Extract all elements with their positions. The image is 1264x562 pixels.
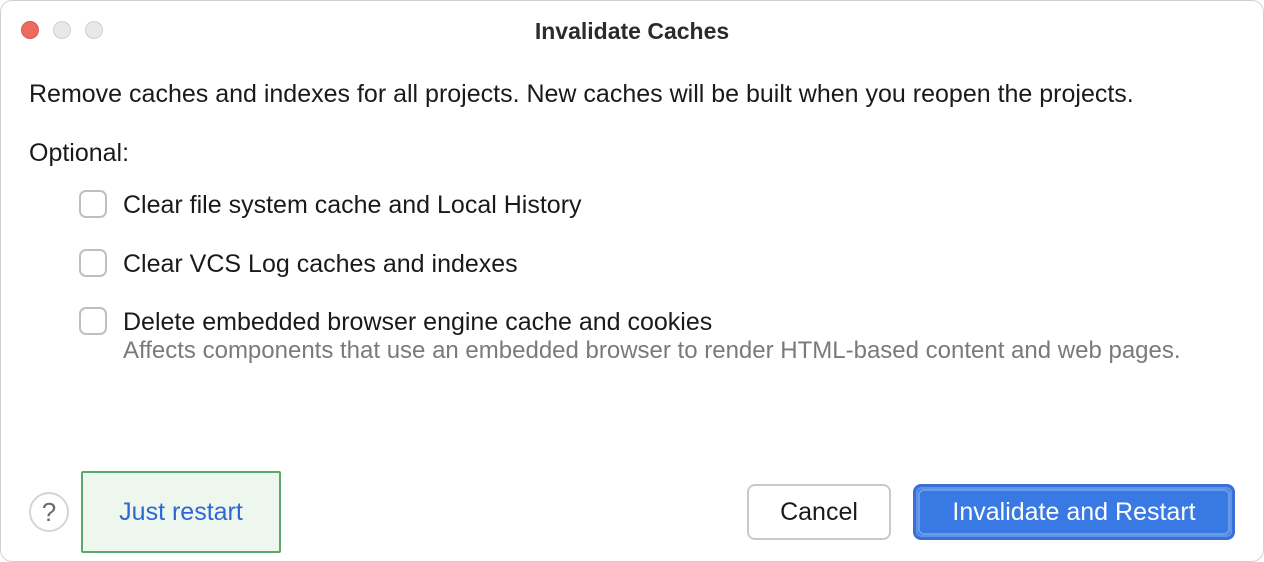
option-label: Clear file system cache and Local Histor… — [123, 188, 582, 223]
help-button[interactable]: ? — [29, 492, 69, 532]
minimize-window-button[interactable] — [53, 21, 71, 39]
maximize-window-button[interactable] — [85, 21, 103, 39]
checkbox-clear-vcs-log[interactable] — [79, 249, 107, 277]
optional-label: Optional: — [29, 136, 1235, 171]
button-label: Cancel — [780, 498, 858, 527]
close-window-button[interactable] — [21, 21, 39, 39]
invalidate-caches-dialog: Invalidate Caches Remove caches and inde… — [0, 0, 1264, 562]
checkbox-delete-browser-cache[interactable] — [79, 307, 107, 335]
dialog-footer: ? Just restart Cancel Invalidate and Res… — [1, 479, 1263, 561]
dialog-description: Remove caches and indexes for all projec… — [29, 77, 1235, 112]
option-label: Clear VCS Log caches and indexes — [123, 247, 518, 282]
titlebar: Invalidate Caches — [1, 1, 1263, 49]
checkbox-clear-fs-cache[interactable] — [79, 190, 107, 218]
option-clear-vcs-log: Clear VCS Log caches and indexes — [79, 247, 1235, 282]
dialog-title: Invalidate Caches — [17, 18, 1247, 45]
button-label: Just restart — [119, 498, 243, 527]
option-subtext: Affects components that use an embedded … — [79, 334, 1235, 367]
option-clear-fs-cache: Clear file system cache and Local Histor… — [79, 188, 1235, 223]
help-icon: ? — [42, 497, 56, 528]
options-group: Clear file system cache and Local Histor… — [29, 188, 1235, 367]
invalidate-and-restart-button[interactable]: Invalidate and Restart — [913, 484, 1235, 540]
dialog-content: Remove caches and indexes for all projec… — [1, 49, 1263, 479]
button-label: Invalidate and Restart — [952, 498, 1195, 527]
window-controls — [21, 21, 103, 39]
cancel-button[interactable]: Cancel — [747, 484, 891, 540]
just-restart-button[interactable]: Just restart — [81, 471, 281, 553]
